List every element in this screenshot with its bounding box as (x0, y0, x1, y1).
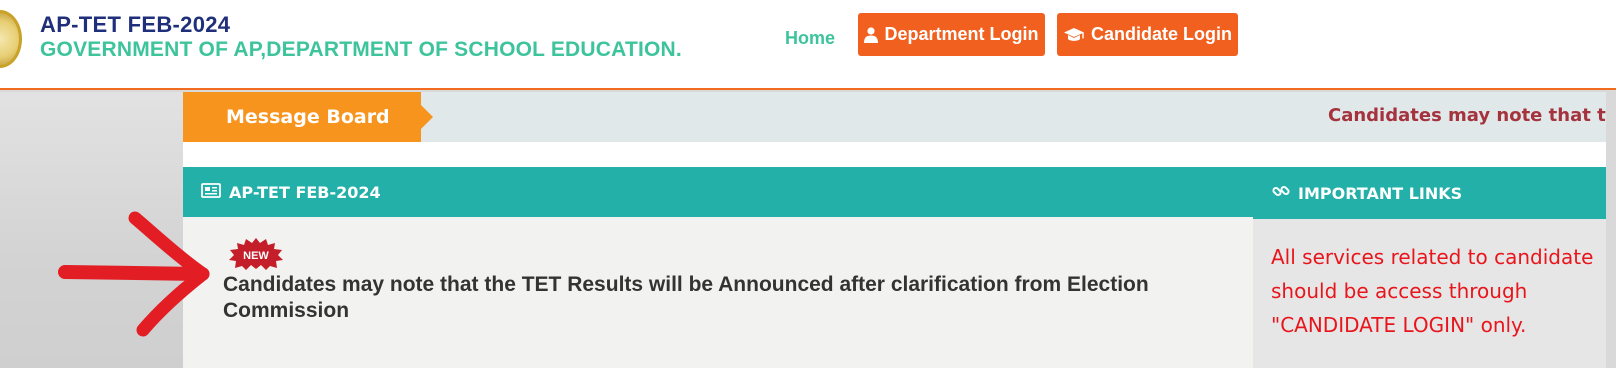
site-subtitle: GOVERNMENT OF AP,DEPARTMENT OF SCHOOL ED… (40, 38, 682, 61)
message-board-marquee[interactable]: Candidates may note that the TET Results… (1328, 105, 1606, 126)
message-board-label: Message Board (183, 92, 433, 142)
page-background-right (1606, 92, 1616, 368)
message-board: Message Board Candidates may note that t… (183, 92, 1606, 142)
new-badge-text: NEW (243, 250, 269, 262)
main-panel-title: AP-TET FEB-2024 (229, 182, 381, 202)
newspaper-icon (201, 182, 221, 202)
government-emblem-logo (0, 10, 22, 68)
department-login-label: Department Login (884, 24, 1039, 44)
site-header: AP-TET FEB-2024 GOVERNMENT OF AP,DEPARTM… (0, 0, 1616, 90)
new-badge-icon: NEW (229, 238, 283, 270)
nav-home-link[interactable]: Home (785, 28, 835, 49)
candidate-login-label: Candidate Login (1091, 24, 1232, 44)
important-links-text: All services related to candidate should… (1271, 245, 1594, 337)
important-links-header: IMPORTANT LINKS (1253, 167, 1606, 219)
announcement-text: Candidates may note that the TET Results… (223, 273, 1149, 322)
red-arrow-annotation (58, 211, 210, 337)
link-icon (1272, 182, 1290, 204)
spacer (183, 142, 1606, 167)
department-login-button[interactable]: Department Login (858, 13, 1045, 56)
user-icon (864, 26, 879, 43)
site-title: AP-TET FEB-2024 (40, 12, 231, 37)
main-panel-header: AP-TET FEB-2024 (183, 167, 1253, 217)
important-links-title: IMPORTANT LINKS (1298, 183, 1463, 203)
graduation-cap-icon (1063, 27, 1085, 43)
candidate-login-button[interactable]: Candidate Login (1057, 13, 1238, 56)
